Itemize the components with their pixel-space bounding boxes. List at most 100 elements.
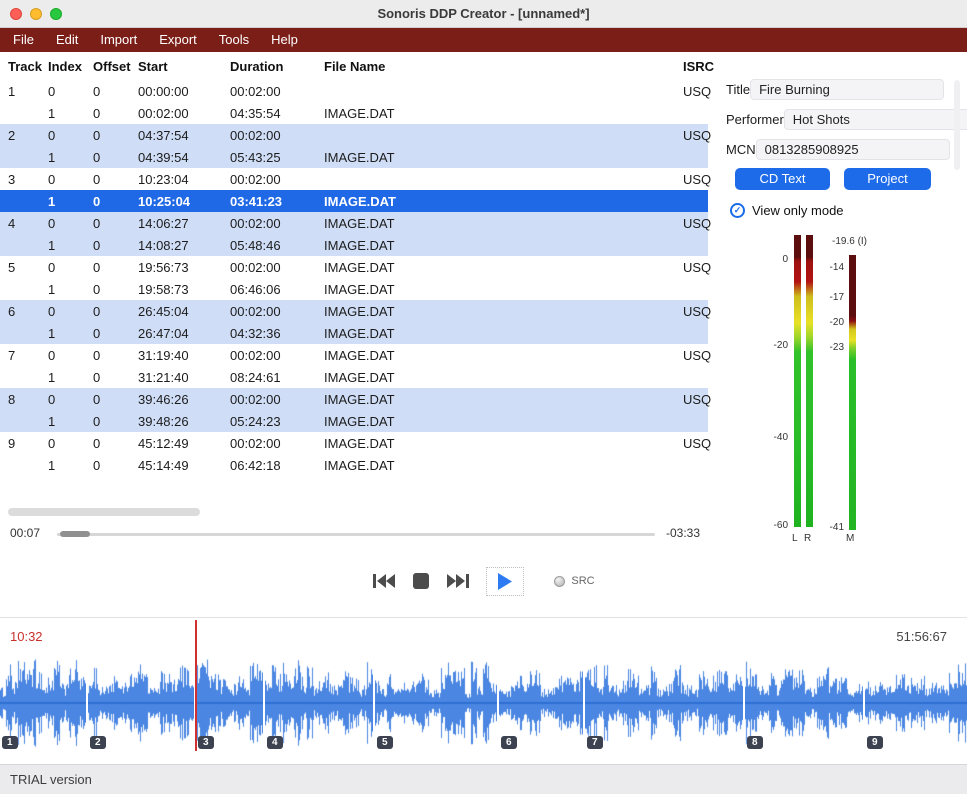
waveform-segment-9[interactable]: 9 (865, 655, 967, 751)
seek-slider-track[interactable] (57, 533, 655, 536)
loudness-meter (849, 255, 856, 530)
track-table-row[interactable]: 1004:39:5405:43:25IMAGE.DAT (0, 146, 708, 168)
waveform-track-badge: 5 (377, 736, 393, 749)
menu-item-export[interactable]: Export (148, 28, 208, 52)
waveform-track-strip: 12345 678 9 (0, 655, 967, 751)
waveform-segment-2[interactable]: 2 (88, 655, 194, 751)
cell-isrc: USQ (683, 216, 708, 231)
cell-isrc: USQ (683, 128, 708, 143)
waveform-track-badge: 9 (867, 736, 883, 749)
cell-duration: 04:35:54 (230, 106, 324, 121)
channel-label-right: R (804, 533, 811, 544)
track-table-row[interactable]: 70031:19:4000:02:00IMAGE.DATUSQ (0, 344, 708, 366)
waveform-segment-6[interactable]: 6 (499, 655, 583, 751)
cell-track: 1 (8, 84, 48, 99)
cell-start: 14:08:27 (138, 238, 230, 253)
waveform-track-badge: 8 (747, 736, 763, 749)
cell-track: 8 (8, 392, 48, 407)
cell-index: 1 (48, 458, 93, 473)
track-table-row[interactable]: 1039:48:2605:24:23IMAGE.DAT (0, 410, 708, 432)
src-led-icon[interactable] (554, 576, 565, 587)
previous-track-button[interactable] (372, 572, 396, 590)
track-table-row[interactable]: 60026:45:0400:02:00IMAGE.DATUSQ (0, 300, 708, 322)
cell-offset: 0 (93, 348, 138, 363)
cell-offset: 0 (93, 128, 138, 143)
waveform-canvas (585, 655, 743, 751)
waveform-segment-8[interactable]: 8 (745, 655, 863, 751)
track-table-row[interactable]: 1000:02:0004:35:54IMAGE.DAT (0, 102, 708, 124)
cell-start: 19:56:73 (138, 260, 230, 275)
status-text: TRIAL version (10, 772, 92, 787)
cell-file-name: IMAGE.DAT (324, 304, 683, 319)
cell-file-name: IMAGE.DAT (324, 216, 683, 231)
cell-file-name: IMAGE.DAT (324, 392, 683, 407)
cell-start: 45:12:49 (138, 436, 230, 451)
waveform-segment-5[interactable]: 5 (375, 655, 497, 751)
track-table-row[interactable]: 1045:14:4906:42:18IMAGE.DAT (0, 454, 708, 476)
cell-start: 26:45:04 (138, 304, 230, 319)
menu-item-file[interactable]: File (2, 28, 45, 52)
menu-item-import[interactable]: Import (89, 28, 148, 52)
title-input[interactable] (750, 79, 944, 100)
track-table-row[interactable]: 10000:00:0000:02:00USQ (0, 80, 708, 102)
cell-index: 0 (48, 304, 93, 319)
mcn-label: MCN (726, 142, 756, 157)
track-table-row[interactable]: 90045:12:4900:02:00IMAGE.DATUSQ (0, 432, 708, 454)
cell-duration: 08:24:61 (230, 370, 324, 385)
mcn-input[interactable] (756, 139, 950, 160)
waveform-segment-1[interactable]: 1 (0, 655, 86, 751)
play-button[interactable] (486, 567, 524, 596)
track-table-row[interactable]: 1031:21:4008:24:61IMAGE.DAT (0, 366, 708, 388)
cell-isrc: USQ (683, 172, 708, 187)
waveform-segment-7[interactable]: 7 (585, 655, 743, 751)
track-table-row[interactable]: 1014:08:2705:48:46IMAGE.DAT (0, 234, 708, 256)
view-only-check-icon[interactable]: ✓ (730, 203, 745, 218)
cell-offset: 0 (93, 392, 138, 407)
channel-label-mono: M (846, 533, 854, 544)
table-horizontal-scrollbar[interactable] (8, 508, 200, 516)
seek-slider-handle[interactable] (60, 531, 90, 537)
performer-input[interactable] (784, 109, 967, 130)
cd-text-button[interactable]: CD Text (735, 168, 830, 190)
table-body: 10000:00:0000:02:00USQ1000:02:0004:35:54… (0, 80, 708, 476)
stop-button[interactable] (412, 572, 430, 590)
track-table-row[interactable]: 50019:56:7300:02:00IMAGE.DATUSQ (0, 256, 708, 278)
menu-bar: File Edit Import Export Tools Help (0, 28, 967, 52)
next-track-button[interactable] (446, 572, 470, 590)
cell-index: 0 (48, 216, 93, 231)
view-only-mode: ✓ View only mode (730, 203, 967, 218)
track-table-row[interactable]: 80039:46:2600:02:00IMAGE.DATUSQ (0, 388, 708, 410)
cell-track: 2 (8, 128, 48, 143)
cell-duration: 00:02:00 (230, 172, 324, 187)
menu-item-edit[interactable]: Edit (45, 28, 89, 52)
cell-file-name: IMAGE.DAT (324, 326, 683, 341)
close-button[interactable] (10, 8, 22, 20)
waveform-segment-3[interactable]: 3 (196, 655, 263, 751)
track-table-row[interactable]: 40014:06:2700:02:00IMAGE.DATUSQ (0, 212, 708, 234)
project-button[interactable]: Project (844, 168, 931, 190)
track-table-row[interactable]: 20004:37:5400:02:00USQ (0, 124, 708, 146)
playhead-line[interactable] (195, 620, 197, 751)
track-table-row[interactable]: 30010:23:0400:02:00USQ (0, 168, 708, 190)
menu-item-help[interactable]: Help (260, 28, 309, 52)
cell-start: 39:46:26 (138, 392, 230, 407)
cell-index: 0 (48, 172, 93, 187)
status-bar: TRIAL version (0, 764, 967, 794)
cell-index: 1 (48, 194, 93, 209)
lr-scale-60: -60 (762, 520, 788, 531)
track-table-row[interactable]: 1026:47:0404:32:36IMAGE.DAT (0, 322, 708, 344)
title-label: Title (726, 82, 750, 97)
view-only-label: View only mode (752, 203, 844, 218)
menu-item-tools[interactable]: Tools (208, 28, 260, 52)
track-table-row[interactable]: 1010:25:0403:41:23IMAGE.DAT (0, 190, 708, 212)
cell-isrc: USQ (683, 84, 708, 99)
panel-scrollbar[interactable] (954, 80, 960, 170)
cell-offset: 0 (93, 106, 138, 121)
minimize-button[interactable] (30, 8, 42, 20)
zoom-button[interactable] (50, 8, 62, 20)
waveform-canvas (375, 655, 497, 751)
cell-offset: 0 (93, 370, 138, 385)
track-table-row[interactable]: 1019:58:7306:46:06IMAGE.DAT (0, 278, 708, 300)
column-header-offset: Offset (93, 59, 138, 74)
waveform-segment-4[interactable]: 4 (265, 655, 373, 751)
